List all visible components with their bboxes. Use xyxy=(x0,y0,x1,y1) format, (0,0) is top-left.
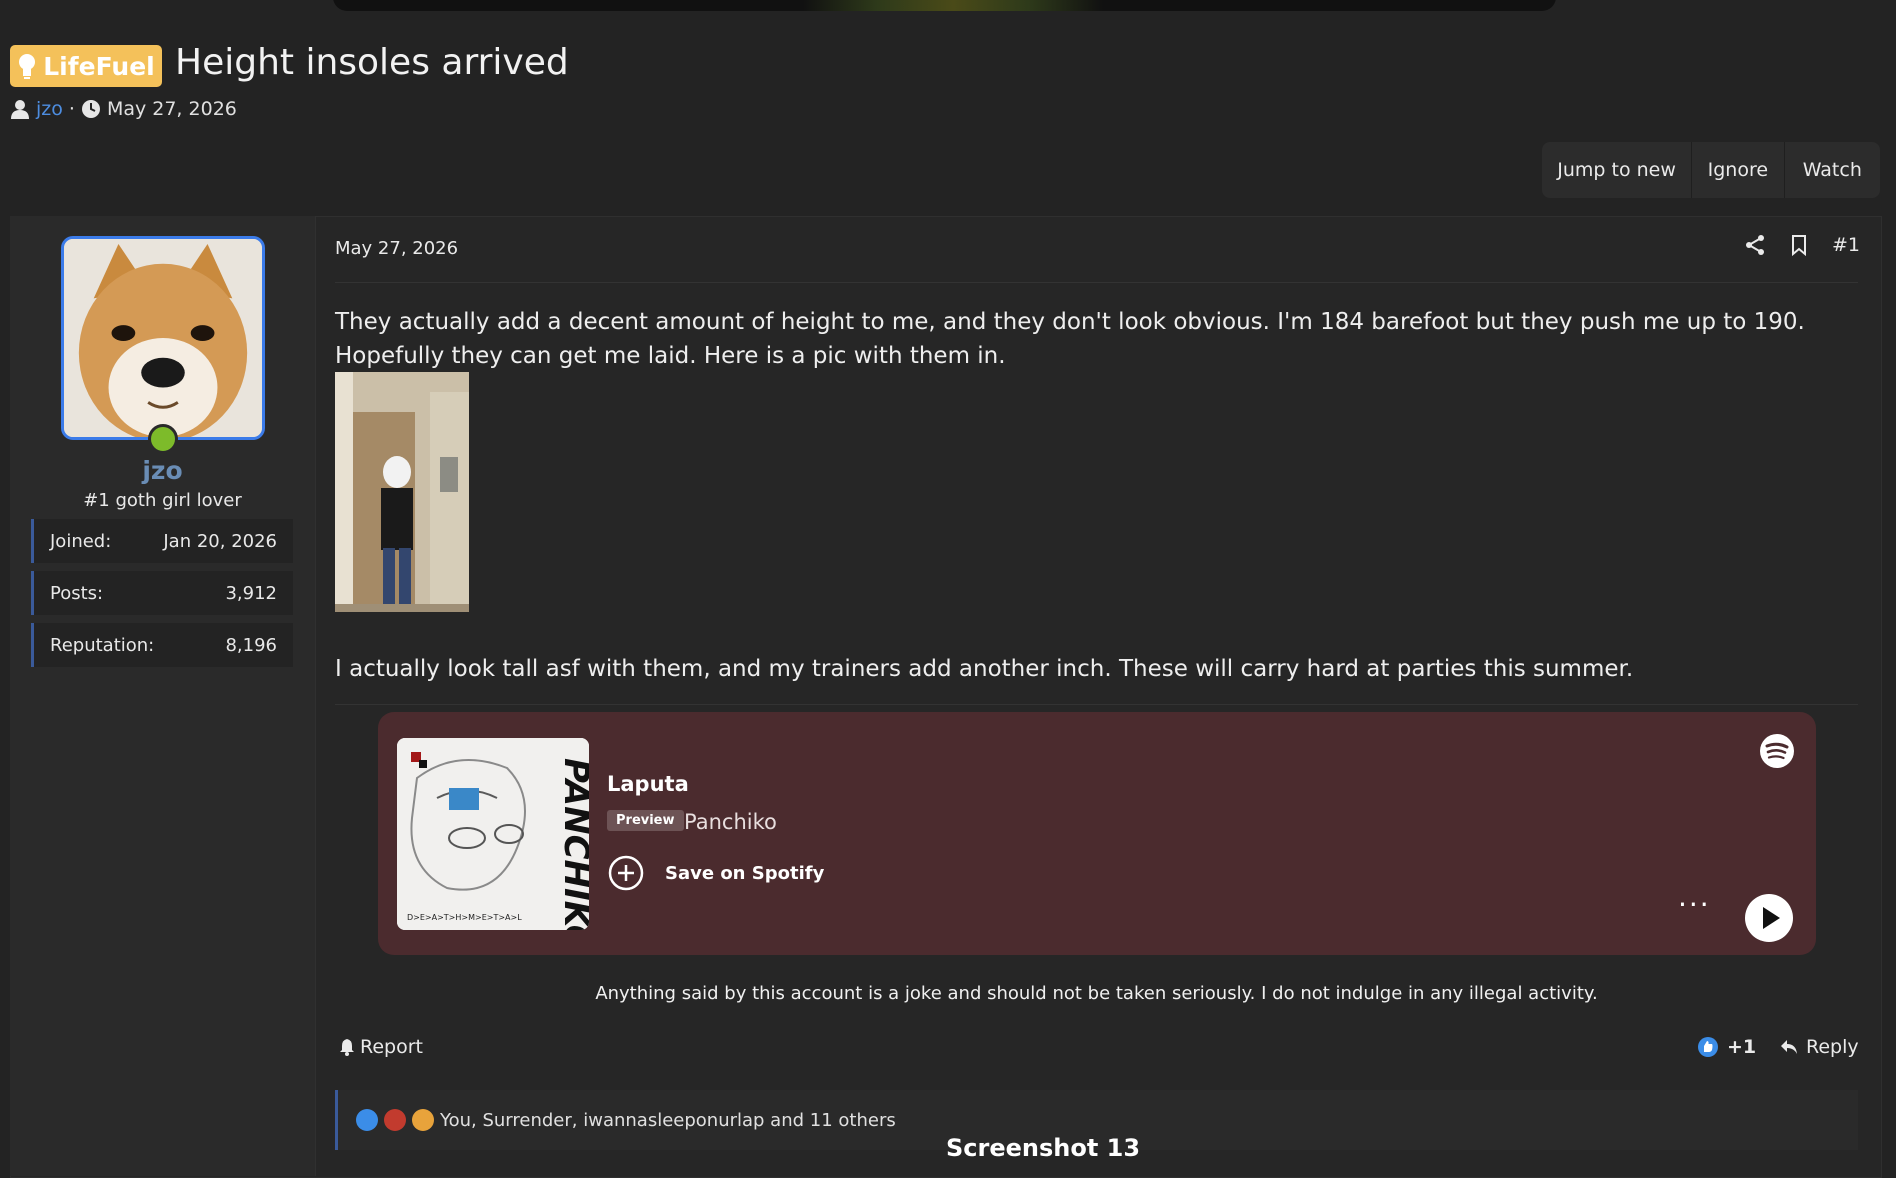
post-attached-photo[interactable] xyxy=(335,372,469,612)
shiba-dog-avatar-image xyxy=(64,239,262,437)
like-reaction-icon xyxy=(356,1109,378,1131)
thread-title: Height insoles arrived xyxy=(175,42,569,83)
meta-separator: · xyxy=(68,98,75,120)
artist-name[interactable]: Panchiko xyxy=(684,810,777,834)
user-title: #1 goth girl lover xyxy=(83,490,242,511)
avatar[interactable] xyxy=(61,236,265,440)
album-cover[interactable]: PANCHIKO D>E>A>T>H>M>E>T>A>L xyxy=(397,738,589,930)
share-icon[interactable] xyxy=(1744,234,1766,256)
lightbulb-icon xyxy=(19,54,36,79)
post-body-divider xyxy=(335,704,1858,705)
thread-prefix-tag[interactable]: LifeFuel xyxy=(10,45,162,87)
stat-value: 8,196 xyxy=(225,634,277,656)
post-date[interactable]: May 27, 2026 xyxy=(335,238,458,259)
signature-text: Anything said by this account is a joke … xyxy=(595,983,1598,1004)
stat-posts: Posts: 3,912 xyxy=(31,571,293,615)
post-header-divider xyxy=(335,282,1858,283)
stat-label: Joined: xyxy=(50,530,112,552)
post-tools: #1 xyxy=(1744,234,1860,256)
screenshot-caption: Screenshot 13 xyxy=(946,1134,1141,1162)
ignore-button[interactable]: Ignore xyxy=(1692,142,1785,198)
thread-meta: jzo · May 27, 2026 xyxy=(10,98,237,120)
thread-author-link[interactable]: jzo xyxy=(36,98,63,120)
stat-reputation: Reputation: 8,196 xyxy=(31,623,293,667)
post-text-paragraph-1: They actually add a decent amount of hei… xyxy=(335,309,1805,369)
reactions-summary[interactable]: You, Surrender, iwannasleeponurlap and 1… xyxy=(440,1110,896,1131)
stat-value[interactable]: 3,912 xyxy=(225,583,277,604)
like-button[interactable]: +1 xyxy=(1697,1036,1756,1058)
clock-icon xyxy=(81,100,100,118)
save-on-spotify-button[interactable]: Save on Spotify xyxy=(607,854,824,892)
reply-button[interactable]: Reply xyxy=(1778,1036,1859,1058)
spotify-embed[interactable] xyxy=(378,712,1816,955)
thread-date: May 27, 2026 xyxy=(106,98,237,120)
plus-circle-icon xyxy=(608,855,644,891)
report-button[interactable]: Report xyxy=(338,1036,423,1058)
online-status-indicator xyxy=(148,424,178,454)
reply-label: Reply xyxy=(1806,1036,1859,1058)
more-options-button[interactable]: ··· xyxy=(1678,891,1711,919)
header-banner xyxy=(333,0,1556,11)
angry-reaction-icon xyxy=(384,1109,406,1131)
bookmark-icon[interactable] xyxy=(1788,234,1810,256)
like-count: +1 xyxy=(1727,1036,1757,1058)
thread-actions: Jump to new Ignore Watch xyxy=(1542,142,1880,198)
jump-to-new-button[interactable]: Jump to new xyxy=(1542,142,1693,198)
stat-value: Jan 20, 2026 xyxy=(163,530,277,552)
album-art-image: PANCHIKO D>E>A>T>H>M>E>T>A>L xyxy=(397,738,589,930)
play-icon[interactable] xyxy=(1744,893,1794,943)
user-icon xyxy=(11,100,29,119)
track-title[interactable]: Laputa xyxy=(607,772,689,796)
username[interactable]: jzo xyxy=(10,456,315,485)
watch-button[interactable]: Watch xyxy=(1785,142,1880,198)
reply-icon xyxy=(1781,1040,1797,1054)
stat-label: Reputation: xyxy=(50,634,155,656)
post-text-paragraph-2: I actually look tall asf with them, and … xyxy=(335,656,1634,682)
cover-artist-text: PANCHIKO xyxy=(556,758,589,930)
save-label: Save on Spotify xyxy=(665,862,825,884)
cover-small-text: D>E>A>T>H>M>E>T>A>L xyxy=(407,913,522,922)
stat-label: Posts: xyxy=(50,582,104,604)
spotify-icon[interactable] xyxy=(1759,733,1795,769)
love-reaction-icon xyxy=(412,1109,434,1131)
bell-icon xyxy=(340,1039,354,1056)
post-number-link[interactable]: #1 xyxy=(1832,234,1860,256)
prefix-label: LifeFuel xyxy=(43,51,155,81)
stat-joined: Joined: Jan 20, 2026 xyxy=(31,519,293,563)
like-icon xyxy=(1698,1037,1718,1057)
report-label: Report xyxy=(360,1036,423,1058)
person-in-doorway-photo xyxy=(335,372,469,612)
preview-badge: Preview xyxy=(607,810,684,831)
